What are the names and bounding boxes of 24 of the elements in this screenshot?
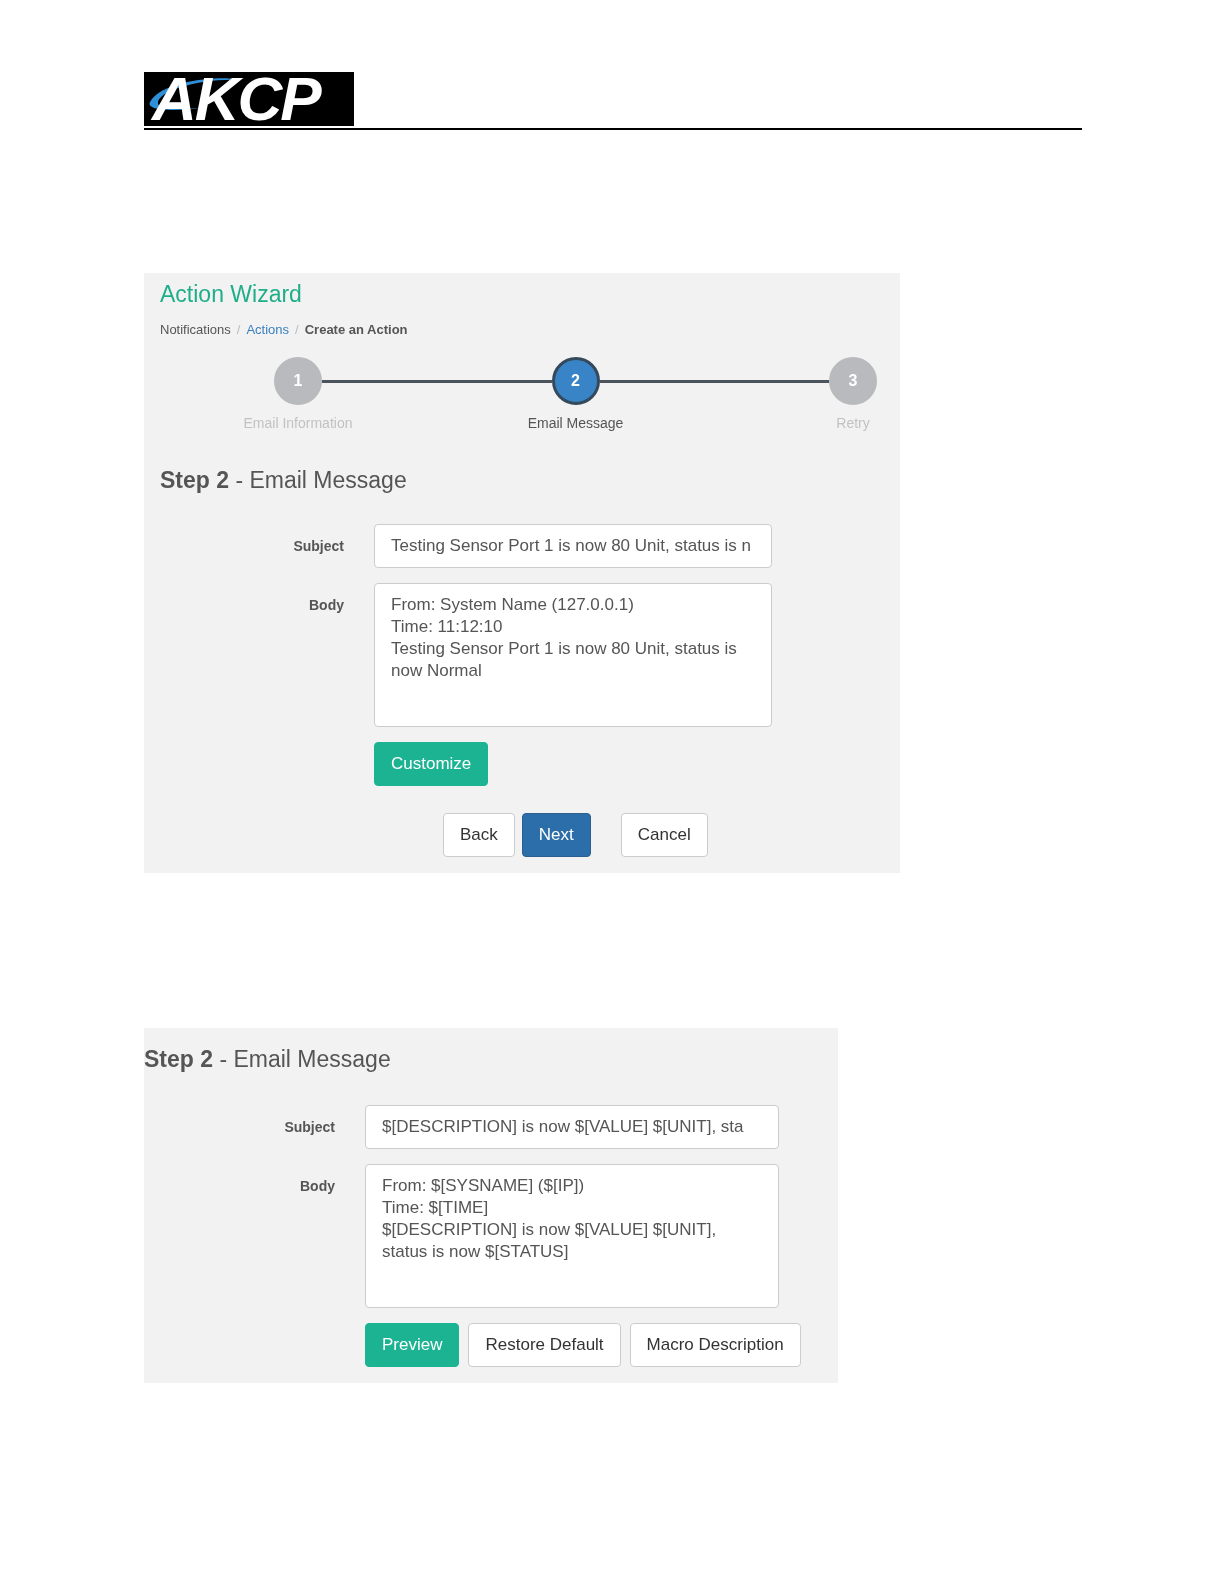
- field-label: Body: [308, 596, 344, 613]
- wizard-title: Action Wizard: [160, 281, 302, 308]
- button[interactable]: Macro Description: [629, 1323, 801, 1367]
- button[interactable]: Cancel: [620, 813, 708, 857]
- breadcrumb-link[interactable]: Actions: [246, 322, 290, 337]
- primary-button[interactable]: Next: [521, 813, 591, 857]
- step-heading: Step 2 - Email Message: [144, 1046, 391, 1073]
- subject-input[interactable]: $[DESCRIPTION] is now $[VALUE] $[UNIT], sta: [365, 1105, 779, 1149]
- breadcrumb-separator: /: [295, 322, 299, 337]
- step-circle[interactable]: 2: [551, 357, 600, 405]
- field-label: Body: [299, 1177, 335, 1194]
- button[interactable]: Restore Default: [468, 1323, 621, 1367]
- body-textarea[interactable]: From: System Name (127.0.0.1) Time: 11:12:10 Testing Sensor Port 1 is now 80 Unit, status is now Normal: [374, 583, 772, 727]
- breadcrumb-item: Create an Action: [304, 322, 408, 337]
- logo: AKCP: [144, 72, 354, 126]
- body-textarea[interactable]: From: $[SYSNAME] ($[IP]) Time: $[TIME] $[DESCRIPTION] is now $[VALUE] $[UNIT], status is now $[STATUS]: [365, 1164, 779, 1308]
- button[interactable]: Back: [443, 813, 515, 857]
- field-label: Subject: [283, 1118, 335, 1135]
- breadcrumb-item: Notifications: [160, 322, 231, 337]
- step-heading: Step 2 - Email Message: [160, 467, 407, 494]
- breadcrumb-separator: /: [236, 322, 241, 337]
- field-label: Subject: [292, 537, 344, 554]
- subject-input[interactable]: Testing Sensor Port 1 is now 80 Unit, status is n: [374, 524, 772, 568]
- step-label: Email Message: [527, 415, 624, 431]
